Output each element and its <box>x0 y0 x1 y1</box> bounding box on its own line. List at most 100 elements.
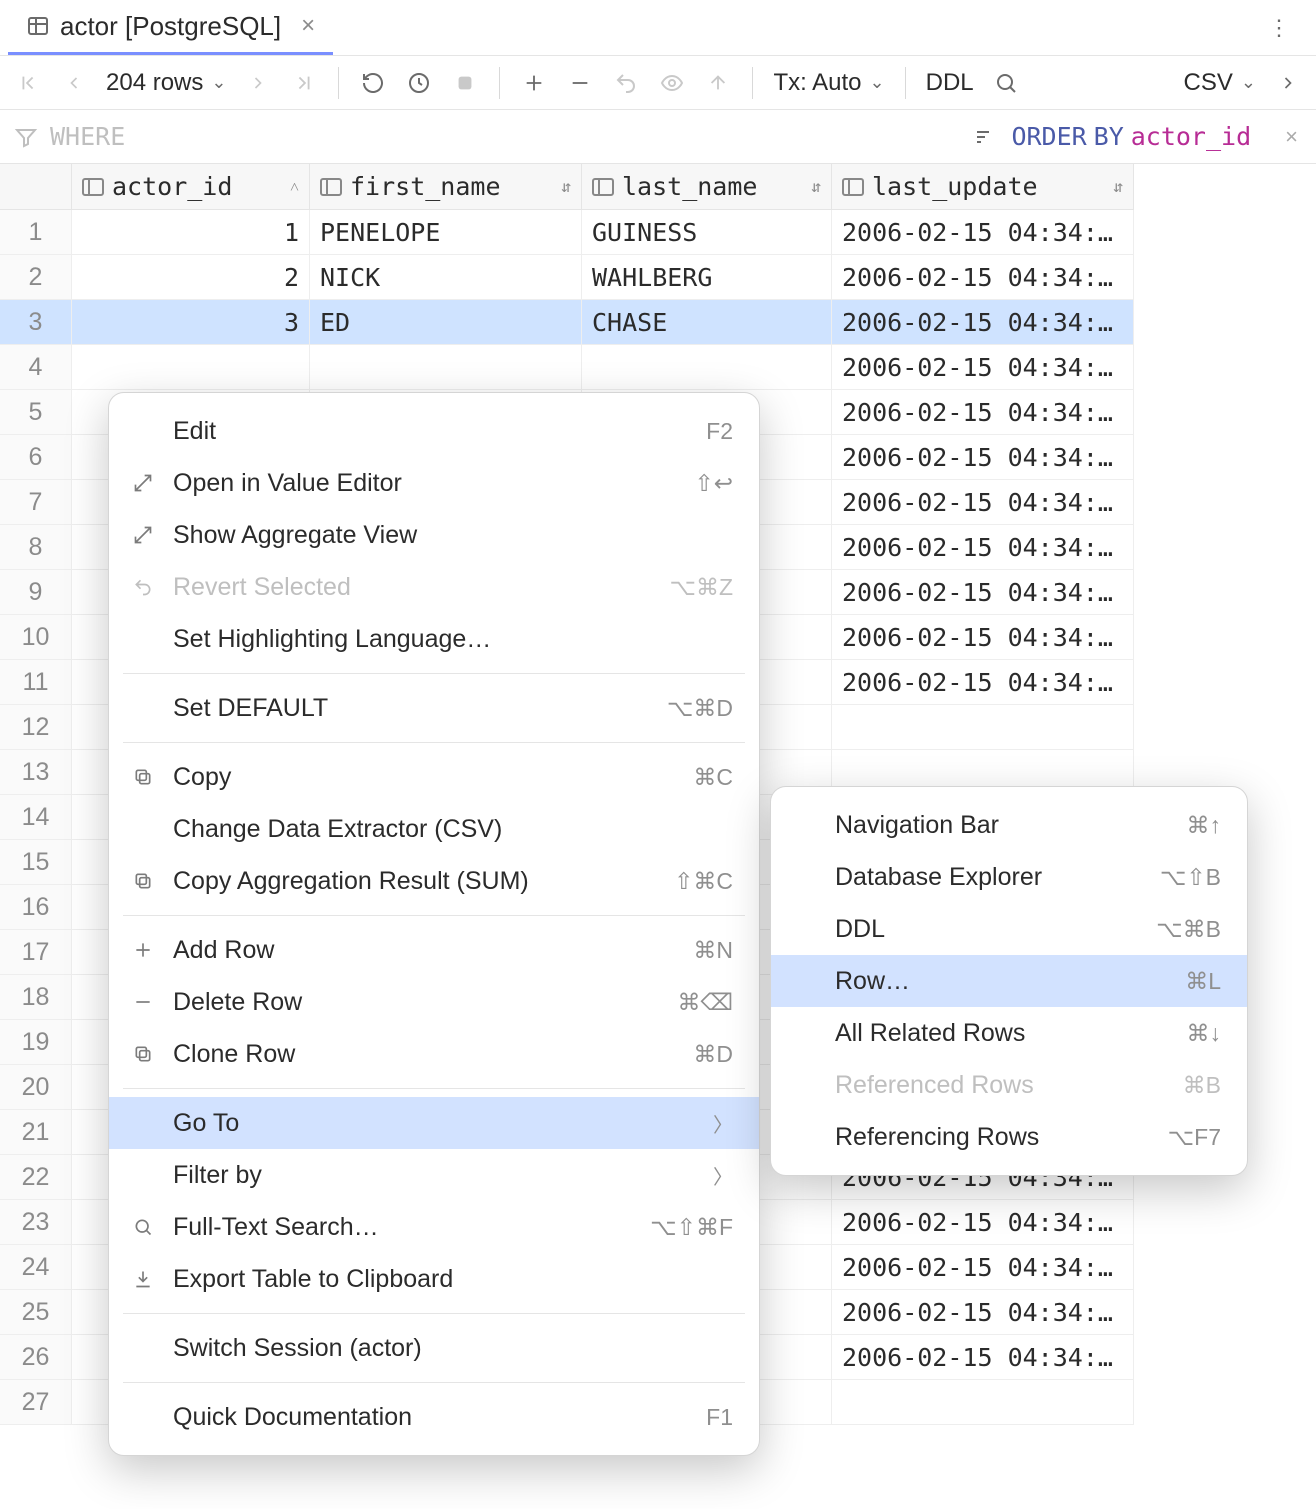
cell-last_update[interactable]: 2006-02-15 04:34:… <box>832 1200 1134 1245</box>
menu-item[interactable]: Set DEFAULT ⌥⌘D <box>109 682 759 734</box>
menu-item[interactable]: Filter by 〉 <box>109 1149 759 1201</box>
row-number[interactable]: 13 <box>0 750 72 795</box>
submenu-item[interactable]: Database Explorer ⌥⇧B <box>771 851 1247 903</box>
row-number[interactable]: 18 <box>0 975 72 1020</box>
cell-last_update[interactable]: 2006-02-15 04:34:… <box>832 615 1134 660</box>
cell-actor_id[interactable] <box>72 345 310 390</box>
cell-last_update[interactable]: 2006-02-15 04:34:… <box>832 345 1134 390</box>
menu-item[interactable]: Delete Row ⌘⌫ <box>109 976 759 1028</box>
row-number[interactable]: 27 <box>0 1380 72 1425</box>
cell-last_update[interactable]: 2006-02-15 04:34:… <box>832 570 1134 615</box>
row-number[interactable]: 22 <box>0 1155 72 1200</box>
pending-icon[interactable] <box>399 63 439 103</box>
menu-item[interactable]: Clone Row ⌘D <box>109 1028 759 1080</box>
ddl-button[interactable]: DDL <box>920 69 980 97</box>
cell-last_name[interactable]: GUINESS <box>582 210 832 255</box>
menu-item[interactable]: Switch Session (actor) <box>109 1322 759 1374</box>
menu-item[interactable]: Go To 〉 <box>109 1097 759 1149</box>
cell-actor_id[interactable]: 3 <box>72 300 310 345</box>
menu-item[interactable]: Show Aggregate View <box>109 509 759 561</box>
stop-icon[interactable] <box>445 63 485 103</box>
row-number[interactable]: 26 <box>0 1335 72 1380</box>
row-number[interactable]: 4 <box>0 345 72 390</box>
row-number[interactable]: 3 <box>0 300 72 345</box>
revert-icon[interactable] <box>606 63 646 103</box>
cell-last_update[interactable]: 2006-02-15 04:34:… <box>832 435 1134 480</box>
context-menu[interactable]: Edit F2 Open in Value Editor ⇧↩ Show Agg… <box>108 392 760 1456</box>
sort-indicator-icon[interactable]: ⇵ <box>811 177 821 196</box>
sort-indicator-icon[interactable]: ⇵ <box>561 177 571 196</box>
extractor-dropdown[interactable]: CSV ⌄ <box>1178 69 1262 97</box>
row-number[interactable]: 20 <box>0 1065 72 1110</box>
menu-item[interactable]: Full-Text Search… ⌥⇧⌘F <box>109 1201 759 1253</box>
row-number[interactable]: 7 <box>0 480 72 525</box>
next-page-icon[interactable] <box>238 63 278 103</box>
row-number[interactable]: 21 <box>0 1110 72 1155</box>
menu-item[interactable]: Set Highlighting Language… <box>109 613 759 665</box>
row-number[interactable]: 9 <box>0 570 72 615</box>
submit-icon[interactable] <box>698 63 738 103</box>
add-row-icon[interactable] <box>514 63 554 103</box>
submenu-item[interactable]: Referencing Rows ⌥F7 <box>771 1111 1247 1163</box>
row-number[interactable]: 5 <box>0 390 72 435</box>
cell-last_name[interactable]: CHASE <box>582 300 832 345</box>
tx-mode-dropdown[interactable]: Tx: Auto ⌄ <box>767 69 890 97</box>
row-count-dropdown[interactable]: 204 rows ⌄ <box>100 69 232 97</box>
row-number[interactable]: 25 <box>0 1290 72 1335</box>
where-filter-input[interactable]: WHERE <box>0 122 955 151</box>
cell-last_update[interactable]: 2006-02-15 04:34:… <box>832 1245 1134 1290</box>
cell-first_name[interactable]: PENELOPE <box>310 210 582 255</box>
cell-last_update[interactable]: 2006-02-15 04:34:… <box>832 255 1134 300</box>
menu-item[interactable]: Copy ⌘C <box>109 751 759 803</box>
row-number[interactable]: 23 <box>0 1200 72 1245</box>
cell-first_name[interactable]: ED <box>310 300 582 345</box>
row-number[interactable]: 17 <box>0 930 72 975</box>
row-number[interactable]: 19 <box>0 1020 72 1065</box>
order-by-display[interactable]: ORDER BY actor_id × <box>955 122 1316 152</box>
close-tab-icon[interactable]: × <box>301 12 315 40</box>
tab-overflow-icon[interactable]: ⋮ <box>1252 15 1308 41</box>
menu-item[interactable]: Change Data Extractor (CSV) <box>109 803 759 855</box>
last-page-icon[interactable] <box>284 63 324 103</box>
cell-last_update[interactable] <box>832 1380 1134 1425</box>
cell-actor_id[interactable]: 1 <box>72 210 310 255</box>
column-header-last_name[interactable]: last_name ⇵ <box>582 164 832 210</box>
cell-last_update[interactable]: 2006-02-15 04:34:… <box>832 480 1134 525</box>
row-number[interactable]: 6 <box>0 435 72 480</box>
cell-first_name[interactable]: NICK <box>310 255 582 300</box>
column-header-actor_id[interactable]: actor_id ˄ <box>72 164 310 210</box>
cell-last_update[interactable]: 2006-02-15 04:34:… <box>832 525 1134 570</box>
row-number[interactable]: 14 <box>0 795 72 840</box>
column-header-last_update[interactable]: last_update ⇵ <box>832 164 1134 210</box>
clear-order-icon[interactable]: × <box>1285 124 1298 150</box>
prev-page-icon[interactable] <box>54 63 94 103</box>
row-number[interactable]: 10 <box>0 615 72 660</box>
row-number[interactable]: 15 <box>0 840 72 885</box>
row-number[interactable]: 1 <box>0 210 72 255</box>
submenu-item[interactable]: DDL ⌥⌘B <box>771 903 1247 955</box>
overflow-chevron-icon[interactable] <box>1268 63 1308 103</box>
cell-actor_id[interactable]: 2 <box>72 255 310 300</box>
submenu-item[interactable]: Navigation Bar ⌘↑ <box>771 799 1247 851</box>
goto-submenu[interactable]: Navigation Bar ⌘↑ Database Explorer ⌥⇧B … <box>770 786 1248 1176</box>
menu-item[interactable]: Add Row ⌘N <box>109 924 759 976</box>
cell-first_name[interactable] <box>310 345 582 390</box>
menu-item[interactable]: Copy Aggregation Result (SUM) ⇧⌘C <box>109 855 759 907</box>
submenu-item[interactable]: All Related Rows ⌘↓ <box>771 1007 1247 1059</box>
preview-dml-icon[interactable] <box>652 63 692 103</box>
cell-last_update[interactable]: 2006-02-15 04:34:… <box>832 1290 1134 1335</box>
row-number[interactable]: 2 <box>0 255 72 300</box>
sort-indicator-icon[interactable]: ⇵ <box>1113 177 1123 196</box>
column-header-first_name[interactable]: first_name ⇵ <box>310 164 582 210</box>
submenu-item[interactable]: Row… ⌘L <box>771 955 1247 1007</box>
row-number[interactable]: 12 <box>0 705 72 750</box>
row-number[interactable]: 11 <box>0 660 72 705</box>
menu-item[interactable]: Export Table to Clipboard <box>109 1253 759 1305</box>
cell-last_update[interactable]: 2006-02-15 04:34:… <box>832 210 1134 255</box>
menu-item[interactable]: Edit F2 <box>109 405 759 457</box>
cell-last_update[interactable]: 2006-02-15 04:34:… <box>832 1335 1134 1380</box>
row-number[interactable]: 24 <box>0 1245 72 1290</box>
cell-last_update[interactable]: 2006-02-15 04:34:… <box>832 390 1134 435</box>
row-number[interactable]: 16 <box>0 885 72 930</box>
menu-item[interactable]: Quick Documentation F1 <box>109 1391 759 1443</box>
